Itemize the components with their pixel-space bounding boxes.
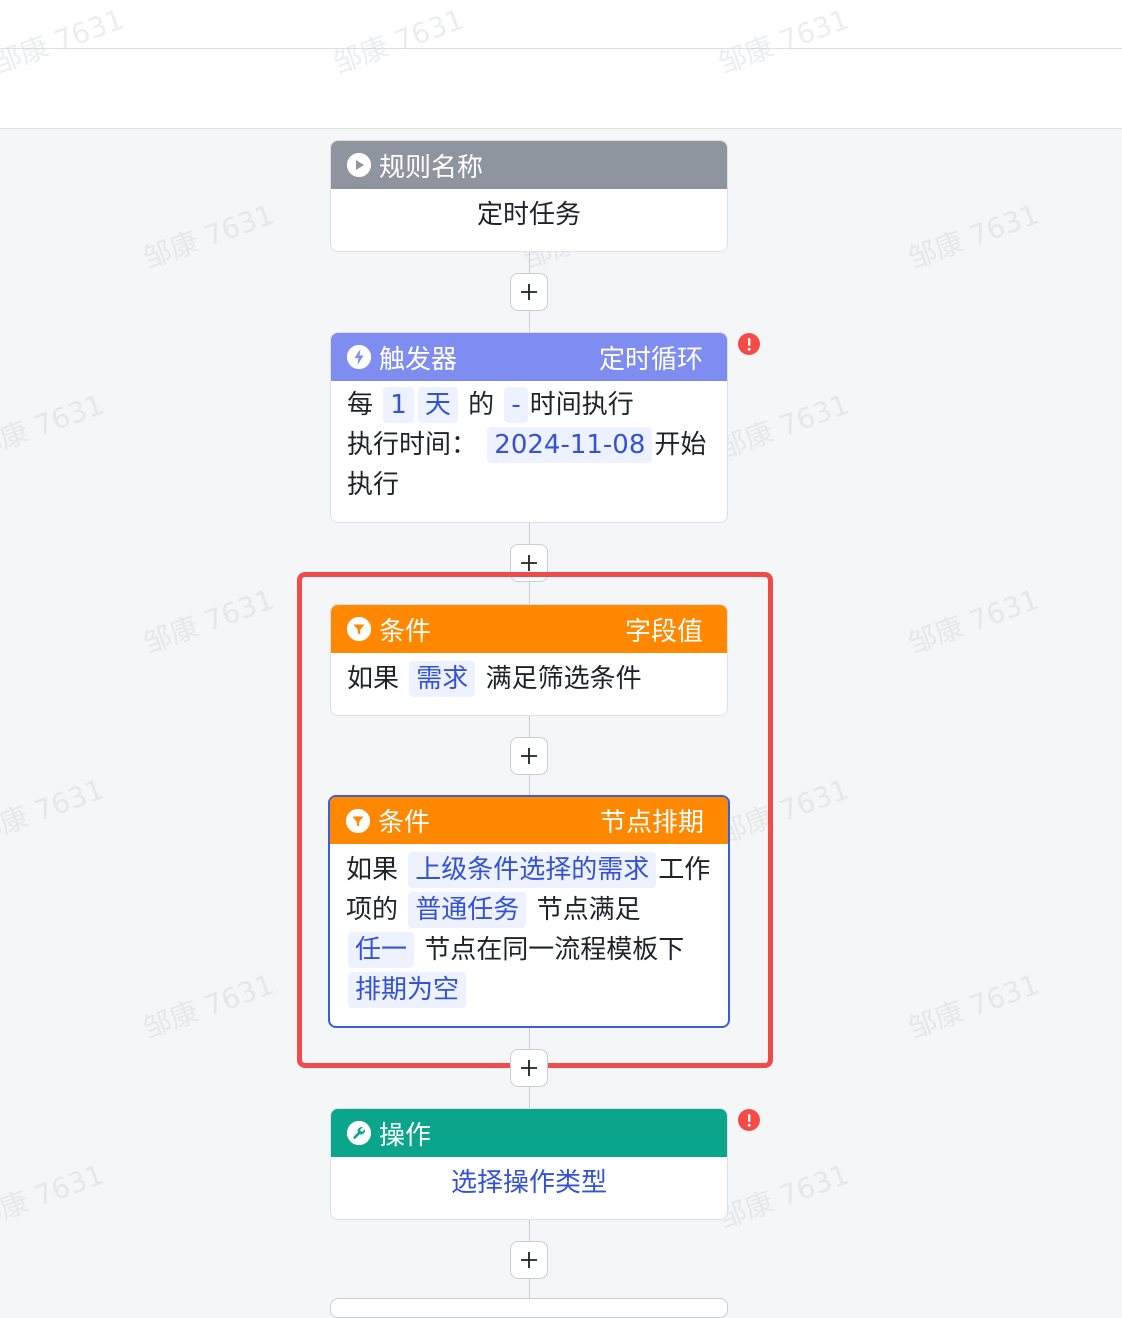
trigger-title: 触发器 <box>379 344 458 375</box>
toolbar-divider <box>0 48 1122 49</box>
trigger-type: 定时循环 <box>598 344 703 375</box>
rule-name-body: 定时任务 <box>331 189 727 235</box>
plus-icon <box>521 1252 537 1268</box>
text: 每 <box>347 390 374 420</box>
rule-name-header: 规则名称 <box>331 141 727 189</box>
watermark: 邹康 7631 <box>903 197 1044 276</box>
interval-count-chip[interactable]: 1 <box>383 387 414 423</box>
watermark: 邹康 7631 <box>903 582 1044 661</box>
trigger-header: 触发器 定时循环 <box>331 333 727 381</box>
watermark: 邹康 7631 <box>0 1157 109 1236</box>
plus-icon <box>521 284 537 300</box>
canvas-divider <box>0 128 1122 129</box>
watermark: 邹康 7631 <box>713 1157 854 1236</box>
plus-icon <box>521 1060 537 1076</box>
rule-name-card[interactable]: 规则名称 定时任务 <box>330 140 728 252</box>
wrench-icon <box>347 1121 371 1145</box>
watermark: 邹康 7631 <box>0 772 109 851</box>
watermark: 邹康 7631 <box>713 387 854 466</box>
trigger-card[interactable]: 触发器 定时循环 每 1天 的 - 时间执行 执行时间： 2024-11-08 开始… <box>330 332 728 523</box>
highlight-box <box>297 572 773 1068</box>
text: 时间执行 <box>529 390 634 420</box>
watermark: 邹康 7631 <box>138 582 279 661</box>
select-action-type-link[interactable]: 选择操作类型 <box>451 1168 607 1198</box>
watermark: 邹康 7631 <box>138 197 279 276</box>
text: 的 <box>468 390 495 420</box>
add-step-button[interactable] <box>510 1241 548 1279</box>
exclamation-icon <box>747 1114 751 1127</box>
start-date-chip[interactable]: 2024-11-08 <box>487 427 653 463</box>
next-card-partial <box>330 1298 728 1318</box>
play-icon <box>347 153 371 177</box>
rule-name-title: 规则名称 <box>379 152 484 183</box>
action-warning-badge <box>738 1109 760 1131</box>
trigger-body: 每 1天 的 - 时间执行 执行时间： 2024-11-08 开始执行 <box>331 381 727 505</box>
watermark: 邹康 7631 <box>903 967 1044 1046</box>
action-title: 操作 <box>379 1120 432 1151</box>
exclamation-icon <box>747 338 751 351</box>
action-header: 操作 <box>331 1109 727 1157</box>
watermark: 邹康 7631 <box>138 967 279 1046</box>
add-step-button[interactable] <box>510 273 548 311</box>
action-body: 选择操作类型 <box>331 1157 727 1203</box>
start-time-label: 执行时间： <box>347 430 478 460</box>
trigger-warning-badge <box>738 333 760 355</box>
add-step-button[interactable] <box>510 1049 548 1087</box>
time-chip[interactable]: - <box>504 387 528 423</box>
interval-unit-chip[interactable]: 天 <box>417 387 458 423</box>
watermark: 邹康 7631 <box>0 387 109 466</box>
rule-name-value: 定时任务 <box>476 200 581 230</box>
lightning-icon <box>347 345 371 369</box>
top-toolbar <box>0 0 1122 128</box>
action-card[interactable]: 操作 选择操作类型 <box>330 1108 728 1220</box>
plus-icon <box>521 555 537 571</box>
